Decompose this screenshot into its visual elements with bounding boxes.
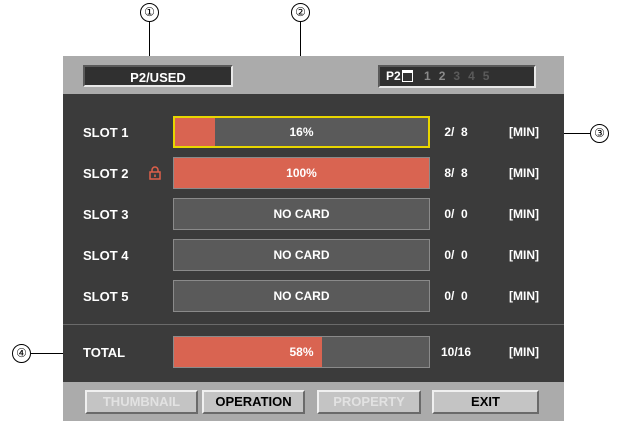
slot-3-unit: [MIN] — [509, 207, 539, 221]
slot-2-count: 8/ 8 — [441, 166, 468, 180]
slot-number-5: 5 — [482, 69, 490, 83]
slot-1-label: SLOT 1 — [83, 125, 129, 140]
slot-1-status: 16% — [289, 125, 314, 139]
slot-2-bar[interactable]: 100% — [173, 157, 430, 189]
slot-4-bar[interactable]: NO CARD — [173, 239, 430, 271]
slot-number-2: 2 — [438, 69, 446, 83]
tab-operation[interactable]: OPERATION — [202, 390, 305, 414]
tab-property[interactable]: PROPERTY — [317, 390, 421, 414]
total-count: 10/16 — [441, 345, 472, 359]
slot-4-status: NO CARD — [273, 248, 330, 262]
slot-3-status: NO CARD — [273, 207, 330, 221]
total-unit: [MIN] — [509, 345, 539, 359]
slot-3-count: 0/ 0 — [441, 207, 468, 221]
slot-number-4: 4 — [468, 69, 475, 83]
slot-5-label: SLOT 5 — [83, 289, 129, 304]
slot-number-1: 1 — [424, 69, 431, 83]
slot-5-count: 0/ 0 — [441, 289, 468, 303]
slot-4-unit: [MIN] — [509, 248, 539, 262]
callout-1: ① — [140, 3, 159, 22]
slot-5-bar[interactable]: NO CARD — [173, 280, 430, 312]
total-bar: 58% — [173, 336, 430, 368]
callout-4: ④ — [12, 344, 31, 363]
lock-icon — [149, 166, 161, 180]
slot-2-unit: [MIN] — [509, 166, 539, 180]
callout-2: ② — [291, 3, 310, 22]
slot-1-bar[interactable]: 16% — [173, 116, 430, 148]
p2-used-screen: P2/USED P2 12345 SLOT 1 16% 2/ 8 [MIN] S… — [63, 56, 564, 421]
tab-thumbnail[interactable]: THUMBNAIL — [85, 390, 198, 414]
slot-1-count: 2/ 8 — [441, 125, 468, 139]
header-bar: P2/USED P2 12345 — [63, 56, 564, 94]
callout-3: ③ — [590, 124, 609, 143]
exit-button[interactable]: EXIT — [432, 390, 539, 414]
divider — [63, 324, 564, 325]
slot-5-status: NO CARD — [273, 289, 330, 303]
slot-2-label: SLOT 2 — [83, 166, 129, 181]
slot-4-label: SLOT 4 — [83, 248, 129, 263]
slot-1-unit: [MIN] — [509, 125, 539, 139]
p2-label: P2 — [386, 69, 401, 83]
screen-title: P2/USED — [83, 65, 233, 87]
p2-slot-indicator: P2 12345 — [378, 65, 536, 88]
slot-number-3: 3 — [453, 69, 461, 83]
slot-3-bar[interactable]: NO CARD — [173, 198, 430, 230]
total-status: 58% — [289, 345, 314, 359]
total-label: TOTAL — [83, 345, 126, 360]
slot-5-unit: [MIN] — [509, 289, 539, 303]
card-icon — [401, 70, 413, 82]
slot-4-count: 0/ 0 — [441, 248, 468, 262]
menu-bar: THUMBNAIL OPERATION PROPERTY EXIT — [63, 382, 564, 421]
slot-3-label: SLOT 3 — [83, 207, 129, 222]
slot-2-status: 100% — [286, 166, 317, 180]
